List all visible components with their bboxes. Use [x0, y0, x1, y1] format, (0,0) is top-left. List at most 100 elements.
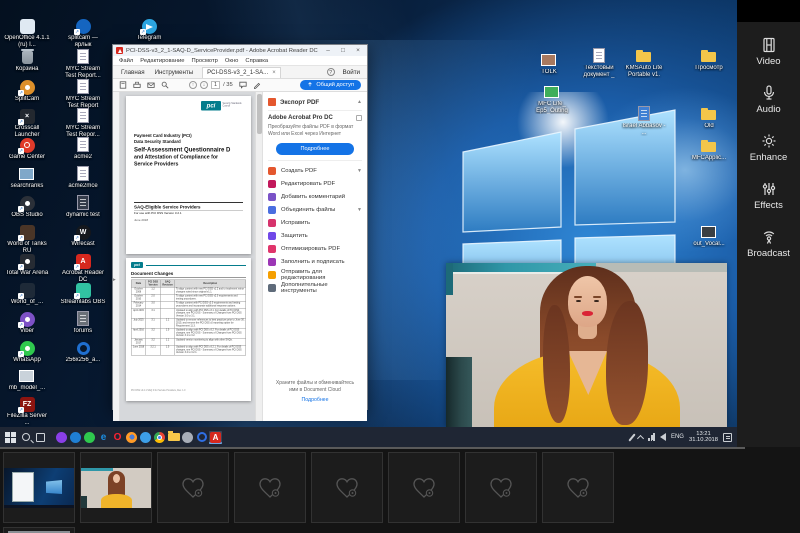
preset-cell-4-empty[interactable] [234, 452, 306, 523]
desktop-icon[interactable]: ↗Streamlabs OBS [60, 282, 106, 306]
sign-in-button[interactable]: Войти [343, 69, 360, 76]
save-icon[interactable] [119, 81, 127, 89]
taskbar-app-firefox[interactable] [125, 431, 138, 444]
strip-scrollbar[interactable] [0, 447, 745, 449]
taskbar-app-edge[interactable]: e [97, 431, 110, 444]
document-scrollbar[interactable] [255, 92, 262, 421]
desktop-icon[interactable]: FZ↗FileZilla Server ... [4, 396, 50, 426]
tool-row[interactable]: Защитить [268, 229, 362, 242]
desktop-icon[interactable]: A↗Acrobat Reader DC [60, 253, 106, 283]
sidebar-item-audio[interactable]: Audio [737, 84, 800, 115]
language-indicator[interactable]: ENG [671, 434, 684, 440]
sidebar-item-broadcast[interactable]: Broadcast [737, 228, 800, 259]
preset-cell-6-empty[interactable] [388, 452, 460, 523]
menu-item[interactable]: Редактирование [140, 58, 184, 64]
preset-cell-2-webcam[interactable] [80, 452, 152, 523]
desktop-icon[interactable]: OpenOffice 4.1.1 (ru) I... [4, 18, 50, 48]
task-view-icon[interactable] [36, 433, 45, 442]
desktop-icon[interactable]: ×↗Crosscall Launcher [4, 108, 50, 138]
desktop-icon[interactable]: searchranks [4, 166, 50, 190]
action-center-icon[interactable] [723, 433, 732, 442]
tool-row[interactable]: Отправить для редактирования [268, 268, 362, 281]
desktop-icon[interactable]: acme2 [60, 137, 106, 161]
promo-details-button[interactable]: Подробнее [276, 143, 354, 155]
help-icon[interactable]: ? [327, 68, 335, 76]
desktop-icon[interactable]: ↗OBS Studio [4, 195, 50, 219]
tool-row[interactable]: Создать PDF▼ [268, 164, 362, 177]
menu-item[interactable]: Справка [245, 58, 268, 64]
desktop-icon[interactable]: MYC Stream Test Report [60, 79, 106, 109]
tab-document[interactable]: PCI-DSS-v3_2_1-SA... × [202, 67, 281, 78]
pen-tray-icon[interactable] [629, 433, 636, 441]
tool-row[interactable]: Объединить файлы▼ [268, 203, 362, 216]
tool-row[interactable]: Редактировать PDF [268, 177, 362, 190]
preset-cell-partial[interactable] [3, 527, 75, 533]
tab-tools[interactable]: Инструменты [154, 67, 195, 78]
menu-item[interactable]: Файл [119, 58, 133, 64]
page-up-icon[interactable]: ↑ [189, 81, 197, 89]
menu-item[interactable]: Просмотр [191, 58, 217, 64]
desktop-icon[interactable]: ↗Telegram [126, 18, 172, 42]
desktop-icon[interactable]: MFC Life_ Ep5_Outing [529, 84, 575, 114]
panel-footer-link[interactable]: Подробнее [271, 397, 359, 404]
desktop-icon[interactable]: dynamic test [60, 195, 106, 219]
desktop-icon[interactable]: MYC Stream Test Report... [60, 49, 106, 79]
desktop-icon[interactable]: W↗Wirecast [60, 224, 106, 248]
desktop-icon[interactable]: acme2mce [60, 166, 106, 190]
menu-item[interactable]: Окно [225, 58, 238, 64]
taskbar-app-globe[interactable] [139, 431, 152, 444]
start-button[interactable] [5, 432, 16, 443]
desktop-icon[interactable]: forums [60, 311, 106, 335]
desktop-icon[interactable]: ↗Total War Arena [4, 253, 50, 277]
desktop-icon[interactable]: ↗Viber [4, 311, 50, 335]
close-button[interactable]: × [352, 47, 364, 54]
t ray-expand-icon[interactable] [637, 434, 644, 441]
export-pdf-row[interactable]: Экспорт PDF ▲ [268, 96, 362, 111]
sidebar-item-effects[interactable]: Effects [737, 180, 800, 211]
taskbar-app-whatsapp[interactable] [83, 431, 96, 444]
tab-home[interactable]: Главная [120, 67, 146, 78]
main-video-preview[interactable]: OpenOffice 4.1.1 (ru) I... ↗splitcam — яр… [0, 0, 737, 447]
tool-row[interactable]: Оптимизировать PDF [268, 242, 362, 255]
desktop-icon[interactable]: Old [686, 106, 732, 130]
taskbar-app-app-gray[interactable] [181, 431, 194, 444]
page-number-input[interactable]: 1 [211, 81, 220, 89]
minimize-button[interactable]: – [322, 47, 334, 54]
desktop-icon[interactable]: ↗splitcam — ярлык [60, 18, 106, 48]
desktop-icon[interactable]: ↗World_of_... [4, 282, 50, 306]
sidebar-item-enhance[interactable]: Enhance [737, 132, 800, 163]
desktop-icon[interactable]: ↗WhatsApp [4, 340, 50, 364]
desktop-icon[interactable]: Корзина [4, 49, 50, 73]
page-down-icon[interactable]: ↓ [200, 81, 208, 89]
tool-row[interactable]: Дополнительные инструменты [268, 281, 362, 294]
acrobat-titlebar[interactable]: PCI-DSS-v3_2_1-SAQ-D_ServiceProvider.pdf… [113, 45, 367, 56]
taskbar-app-opera[interactable]: O [111, 431, 124, 444]
tool-row[interactable]: Исправить [268, 216, 362, 229]
comment-icon[interactable] [239, 81, 247, 89]
preset-cell-3-empty[interactable] [157, 452, 229, 523]
preset-cell-5-empty[interactable] [311, 452, 383, 523]
desktop-icon[interactable]: KMSAuto Lite Portable v1. [621, 48, 667, 78]
tool-row[interactable]: Добавить комментарий [268, 190, 362, 203]
desktop-icon[interactable]: MFCApplic... [686, 138, 732, 162]
document-canvas[interactable]: pci Security Standards Council Payment C… [120, 92, 255, 421]
volume-icon[interactable] [660, 433, 666, 441]
clock[interactable]: 13:21 31.10.2018 [689, 431, 718, 444]
desktop-icon[interactable]: out_Vocal... [686, 224, 732, 248]
preset-cell-8-empty[interactable] [542, 452, 614, 523]
maximize-button[interactable]: □ [337, 47, 349, 54]
search-icon[interactable] [161, 81, 169, 89]
taskbar-app-loader[interactable] [195, 431, 208, 444]
desktop-icon[interactable]: ↗SplitCam [4, 79, 50, 103]
nav-pane-handle[interactable]: ▸ [113, 92, 120, 421]
share-button[interactable]: Общий доступ [300, 80, 361, 90]
email-icon[interactable] [147, 81, 155, 89]
taskbar-app-gameloop[interactable] [55, 431, 68, 444]
desktop-icon[interactable]: Israel Abbasov - ... [621, 106, 667, 136]
sidebar-item-video[interactable]: Video [737, 36, 800, 67]
desktop-icon[interactable]: MYC Stream Test Repor... [60, 108, 106, 138]
print-icon[interactable] [133, 81, 141, 89]
preset-cell-1-desktop[interactable] [3, 452, 75, 523]
tool-row[interactable]: Заполнить и подписать [268, 255, 362, 268]
desktop-icon[interactable]: 256x256_a... [60, 340, 106, 364]
